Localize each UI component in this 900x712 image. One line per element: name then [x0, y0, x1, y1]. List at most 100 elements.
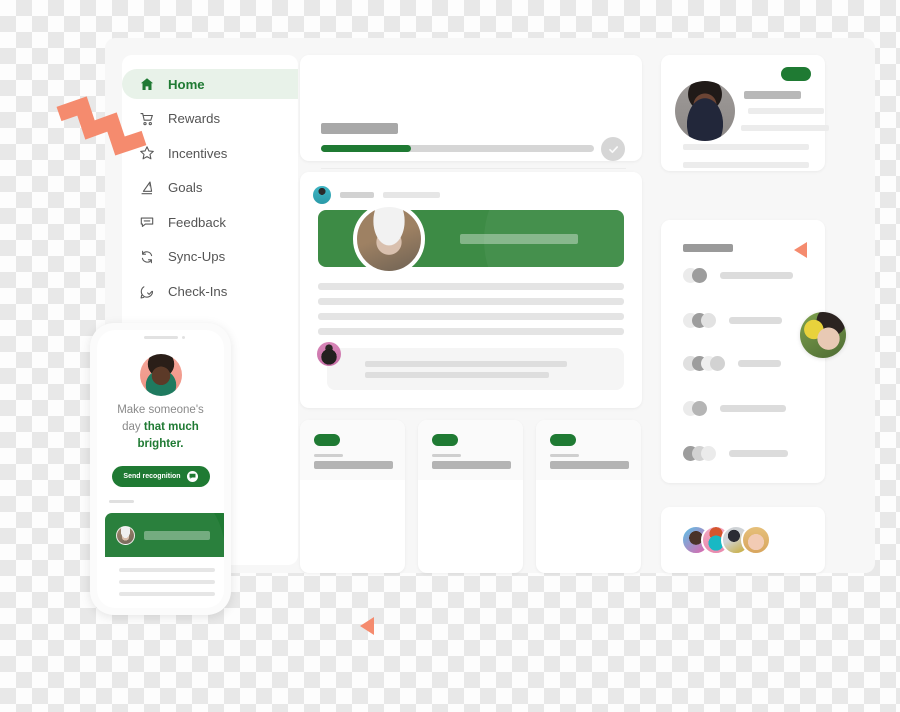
list-item[interactable]: [683, 313, 782, 328]
phone-speaker: [143, 336, 178, 339]
sidebar-item-rewards[interactable]: Rewards: [122, 104, 298, 134]
avatar-dot: [701, 313, 716, 328]
feed-meta-placeholder: [383, 192, 440, 198]
sidebar-item-check-ins[interactable]: Check-Ins: [122, 277, 298, 307]
sidebar-item-label: Goals: [168, 180, 203, 196]
profile-line: [683, 144, 809, 150]
home-icon: [139, 76, 155, 92]
headline-bold: that much brighter.: [137, 421, 199, 450]
avatar-dot: [701, 446, 716, 461]
banner-title-placeholder: [460, 234, 578, 244]
avatar-dot: [710, 356, 725, 371]
zigzag-accent: [56, 96, 147, 156]
send-recognition-button[interactable]: Send recognition: [111, 466, 210, 487]
list-item[interactable]: [683, 268, 793, 283]
message-icon: [186, 471, 198, 482]
body-line: [119, 580, 215, 584]
profile-card: [661, 55, 829, 171]
mini-card[interactable]: [300, 420, 405, 573]
refresh-icon: [139, 249, 155, 265]
checkbubble-icon: [139, 284, 155, 300]
list-item-bar: [720, 272, 793, 279]
body-line: [318, 283, 624, 290]
list-item-bar: [729, 317, 782, 324]
comment-block: [327, 348, 624, 390]
phone-post-body: [105, 557, 224, 607]
body-line: [119, 592, 215, 596]
card-divider: [321, 168, 626, 169]
mini-card[interactable]: [418, 420, 523, 573]
triangle-left-icon: [794, 242, 807, 258]
feed-name-placeholder: [340, 192, 374, 198]
phone-screen: Make someone's day that much brighter. S…: [97, 330, 224, 608]
status-badge: [314, 434, 340, 446]
body-line: [318, 298, 624, 305]
avatar: [675, 81, 735, 141]
sidebar-item-home[interactable]: Home: [122, 69, 298, 99]
avatar: [116, 526, 135, 545]
status-badge: [550, 434, 576, 446]
profile-line: [683, 162, 809, 168]
progress-title-placeholder: [321, 123, 398, 134]
sidebar-item-sync-ups[interactable]: Sync-Ups: [122, 242, 298, 272]
mini-title-placeholder: [432, 461, 511, 469]
avatar: [313, 186, 331, 204]
sidebar-item-incentives[interactable]: Incentives: [122, 138, 298, 168]
list-title-placeholder: [683, 244, 733, 252]
mini-title-placeholder: [314, 461, 393, 469]
sidebar-item-label: Rewards: [168, 111, 221, 127]
avatar-dot: [692, 401, 707, 416]
avatar: [353, 203, 425, 275]
mini-card-header: [300, 420, 405, 480]
phone-camera: [181, 336, 185, 339]
body-line: [318, 328, 624, 335]
sidebar-item-label: Sync-Ups: [168, 249, 226, 265]
list-item-bar: [720, 405, 786, 412]
progress-fill-1: [321, 145, 411, 152]
sidebar-item-label: Home: [168, 76, 205, 92]
mini-subtitle-placeholder: [432, 454, 461, 457]
mini-card[interactable]: [536, 420, 641, 573]
feed-card: [300, 172, 642, 408]
sidebar-item-label: Check-Ins: [168, 284, 228, 300]
list-item[interactable]: [683, 356, 781, 371]
comment-line: [365, 361, 567, 367]
mini-subtitle-placeholder: [314, 454, 343, 457]
progress-check-1[interactable]: [601, 137, 625, 161]
sidebar-item-label: Incentives: [168, 145, 228, 161]
mini-card-header: [536, 420, 641, 480]
leaderboard-card: [661, 220, 825, 483]
phone-banner-title-placeholder: [144, 531, 210, 540]
list-item[interactable]: [683, 401, 786, 416]
mini-title-placeholder: [550, 461, 629, 469]
avatar: [139, 354, 182, 396]
feed-card-header: [313, 186, 440, 204]
send-recognition-label: Send recognition: [123, 473, 181, 480]
screenshot-stage: Home Rewards Incentives Goals Feedback S…: [0, 0, 900, 712]
phone-mockup: Make someone's day that much brighter. S…: [90, 323, 231, 615]
avatar-dot: [692, 268, 707, 283]
phone-section-divider: [109, 500, 134, 503]
profile-line: [744, 91, 801, 99]
body-line: [318, 313, 624, 320]
sidebar-item-feedback[interactable]: Feedback: [122, 207, 298, 237]
progress-card: [300, 55, 642, 201]
profile-line: [748, 108, 824, 114]
status-badge: [432, 434, 458, 446]
status-badge: [781, 67, 811, 81]
mini-card-header: [418, 420, 523, 480]
list-item-bar: [729, 450, 788, 457]
mini-subtitle-placeholder: [550, 454, 579, 457]
comment-line: [365, 372, 549, 378]
flag-icon: [139, 180, 155, 196]
triangle-accent: [360, 617, 374, 635]
comment-icon: [139, 214, 155, 230]
list-item-bar: [738, 360, 781, 367]
profile-line: [741, 125, 829, 131]
avatar-group[interactable]: [681, 525, 771, 555]
phone-headline: Make someone's day that much brighter.: [97, 402, 224, 453]
body-line: [119, 568, 215, 572]
list-item[interactable]: [683, 446, 788, 461]
avatar-group-card: [661, 507, 825, 573]
sidebar-item-goals[interactable]: Goals: [122, 173, 298, 203]
